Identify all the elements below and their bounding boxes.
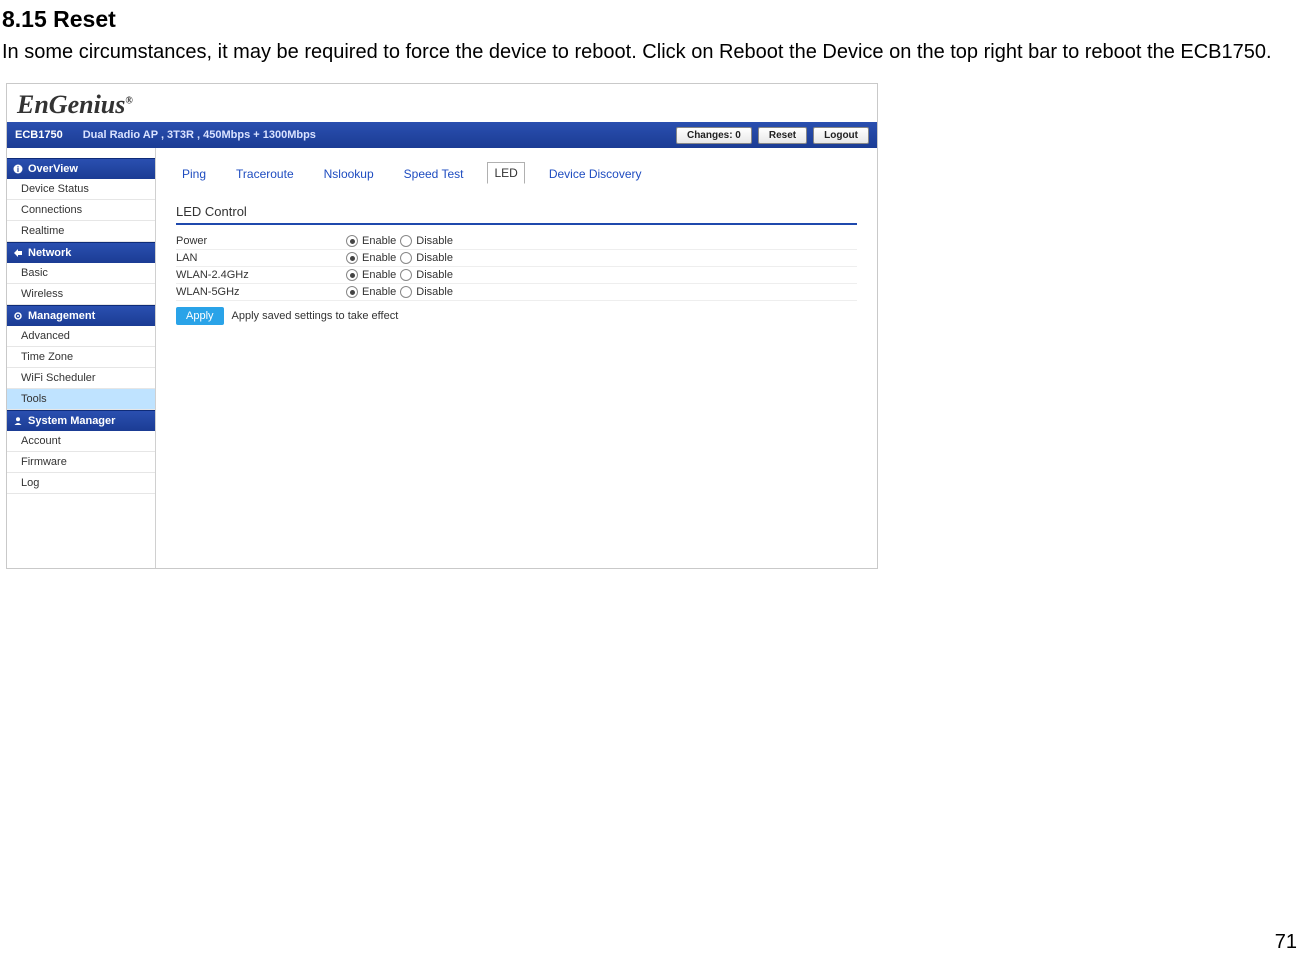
section-heading: 8.15 Reset bbox=[2, 6, 1311, 33]
section-paragraph: In some circumstances, it may be require… bbox=[2, 35, 1309, 69]
panel-title: LED Control bbox=[176, 204, 857, 219]
radio-label-disable: Disable bbox=[416, 235, 453, 247]
model-description: Dual Radio AP , 3T3R , 450Mbps + 1300Mbp… bbox=[83, 129, 670, 141]
sidebar-item-realtime[interactable]: Realtime bbox=[7, 221, 155, 242]
sidebar-section-label: Management bbox=[28, 310, 95, 322]
sidebar-item-time-zone[interactable]: Time Zone bbox=[7, 347, 155, 368]
sidebar-section-overview[interactable]: i OverView bbox=[7, 158, 155, 179]
tab-nslookup[interactable]: Nslookup bbox=[318, 164, 380, 184]
radio-label-enable: Enable bbox=[362, 269, 396, 281]
sidebar-section-label: Network bbox=[28, 247, 71, 259]
sidebar-item-advanced[interactable]: Advanced bbox=[7, 326, 155, 347]
sidebar-item-wifi-scheduler[interactable]: WiFi Scheduler bbox=[7, 368, 155, 389]
sidebar-item-device-status[interactable]: Device Status bbox=[7, 179, 155, 200]
sidebar-section-label: System Manager bbox=[28, 415, 115, 427]
sidebar-item-wireless[interactable]: Wireless bbox=[7, 284, 155, 305]
sidebar-item-account[interactable]: Account bbox=[7, 431, 155, 452]
brand-name: EnGenius bbox=[17, 90, 125, 119]
row-power: Power Enable Disable bbox=[176, 233, 857, 250]
sidebar-item-basic[interactable]: Basic bbox=[7, 263, 155, 284]
row-label: WLAN-2.4GHz bbox=[176, 269, 346, 281]
sidebar-item-firmware[interactable]: Firmware bbox=[7, 452, 155, 473]
apply-description: Apply saved settings to take effect bbox=[232, 310, 399, 322]
radio-enable[interactable] bbox=[346, 235, 358, 247]
reset-button[interactable]: Reset bbox=[758, 127, 807, 144]
info-icon: i bbox=[13, 164, 23, 174]
row-wlan-5: WLAN-5GHz Enable Disable bbox=[176, 284, 857, 301]
sidebar-section-network[interactable]: Network bbox=[7, 242, 155, 263]
row-label: Power bbox=[176, 235, 346, 247]
apply-button[interactable]: Apply bbox=[176, 307, 224, 325]
radio-label-enable: Enable bbox=[362, 235, 396, 247]
radio-disable[interactable] bbox=[400, 269, 412, 281]
radio-label-disable: Disable bbox=[416, 286, 453, 298]
gear-icon bbox=[13, 311, 23, 321]
sidebar: i OverView Device Status Connections Rea… bbox=[7, 148, 156, 568]
tools-tabs: Ping Traceroute Nslookup Speed Test LED … bbox=[176, 162, 857, 184]
page-number: 71 bbox=[1275, 931, 1297, 954]
sidebar-section-label: OverView bbox=[28, 163, 78, 175]
row-label: WLAN-5GHz bbox=[176, 286, 346, 298]
content-area: Ping Traceroute Nslookup Speed Test LED … bbox=[156, 148, 877, 568]
sidebar-section-management[interactable]: Management bbox=[7, 305, 155, 326]
tab-led[interactable]: LED bbox=[487, 162, 524, 184]
user-icon bbox=[13, 416, 23, 426]
radio-label-enable: Enable bbox=[362, 286, 396, 298]
logout-button[interactable]: Logout bbox=[813, 127, 869, 144]
sidebar-item-connections[interactable]: Connections bbox=[7, 200, 155, 221]
tab-ping[interactable]: Ping bbox=[176, 164, 212, 184]
main-body: i OverView Device Status Connections Rea… bbox=[7, 148, 877, 568]
radio-enable[interactable] bbox=[346, 286, 358, 298]
sidebar-section-system-manager[interactable]: System Manager bbox=[7, 410, 155, 431]
row-wlan-24: WLAN-2.4GHz Enable Disable bbox=[176, 267, 857, 284]
radio-label-disable: Disable bbox=[416, 269, 453, 281]
tab-speed-test[interactable]: Speed Test bbox=[398, 164, 470, 184]
registered-mark: ® bbox=[125, 95, 132, 106]
radio-label-disable: Disable bbox=[416, 252, 453, 264]
sidebar-item-tools[interactable]: Tools bbox=[7, 389, 155, 410]
model-label: ECB1750 bbox=[15, 129, 63, 141]
apply-row: Apply Apply saved settings to take effec… bbox=[176, 307, 857, 325]
tab-traceroute[interactable]: Traceroute bbox=[230, 164, 300, 184]
brand-logo: EnGenius® bbox=[17, 90, 133, 119]
row-label: LAN bbox=[176, 252, 346, 264]
svg-text:i: i bbox=[17, 165, 19, 174]
router-admin-screenshot: EnGenius® ECB1750 Dual Radio AP , 3T3R ,… bbox=[6, 83, 878, 569]
radio-disable[interactable] bbox=[400, 252, 412, 264]
panel-divider bbox=[176, 223, 857, 225]
radio-disable[interactable] bbox=[400, 286, 412, 298]
radio-enable[interactable] bbox=[346, 252, 358, 264]
radio-disable[interactable] bbox=[400, 235, 412, 247]
tab-device-discovery[interactable]: Device Discovery bbox=[543, 164, 648, 184]
radio-label-enable: Enable bbox=[362, 252, 396, 264]
radio-enable[interactable] bbox=[346, 269, 358, 281]
sidebar-item-log[interactable]: Log bbox=[7, 473, 155, 494]
network-icon bbox=[13, 248, 23, 258]
top-bar: ECB1750 Dual Radio AP , 3T3R , 450Mbps +… bbox=[7, 122, 877, 148]
logo-area: EnGenius® bbox=[7, 84, 877, 122]
row-lan: LAN Enable Disable bbox=[176, 250, 857, 267]
changes-button[interactable]: Changes: 0 bbox=[676, 127, 752, 144]
